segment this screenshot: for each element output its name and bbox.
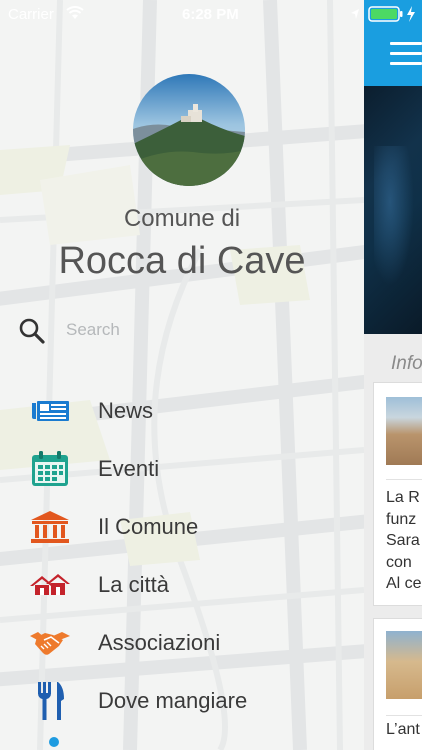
town-hall-icon [28, 508, 72, 546]
card-divider [386, 479, 422, 480]
menu-item-label: Associazioni [98, 630, 221, 655]
handshake-icon [28, 624, 72, 662]
menu-item-label: La città [98, 572, 169, 597]
clock: 6:28 PM [182, 6, 239, 23]
carrier-label: Carrier [8, 6, 54, 23]
menu-item-il-comune[interactable]: Il Comune [0, 498, 364, 556]
menu-item-associazioni[interactable]: Associazioni [0, 614, 364, 672]
hamburger-menu-icon[interactable] [390, 42, 422, 66]
town-photo-avatar [133, 74, 245, 186]
menu-item-label: News [98, 398, 154, 423]
menu-item-la-citta[interactable]: La città [0, 556, 364, 614]
charging-bolt-icon [407, 6, 415, 22]
battery-icon [368, 6, 403, 22]
section-title: Info [391, 353, 422, 374]
menu-item-label: Eventi [98, 456, 160, 481]
municipality-subtitle: Comune di [123, 205, 241, 232]
status-bar: Carrier 6:28 PM [0, 0, 422, 28]
location-arrow-icon [351, 9, 359, 19]
municipality-title: Rocca di Cave [58, 240, 306, 282]
menu-item-dove-mangiare[interactable]: Dove mangiare [0, 672, 364, 730]
news-card[interactable]: La R funz Sara con Al ce [373, 382, 422, 606]
menu-item-label: Il Comune [98, 514, 199, 539]
news-thumbnail [386, 397, 422, 465]
fork-knife-icon [28, 682, 72, 720]
hilltop-town-image [133, 74, 245, 186]
search-icon[interactable] [18, 317, 46, 345]
card-divider [386, 715, 422, 716]
search-bar[interactable] [18, 315, 348, 345]
calendar-icon [28, 450, 72, 488]
wifi-icon [66, 6, 84, 19]
menu-item-label: Dove mangiare [98, 688, 248, 713]
menu-item-eventi[interactable]: Eventi [0, 440, 364, 498]
search-input[interactable] [66, 315, 346, 345]
city-houses-icon [28, 566, 72, 604]
menu-item-news[interactable]: News [0, 382, 364, 440]
news-card-text: L’ant [386, 721, 420, 738]
news-thumbnail [386, 631, 422, 699]
side-drawer: Comune di Rocca di Cave News [0, 0, 364, 750]
news-card-text: La R funz Sara con Al ce [386, 489, 422, 592]
scroll-indicator-dot [49, 737, 59, 747]
main-menu: News Eventi Il Comune La città Associazi… [0, 382, 364, 730]
news-card[interactable]: L’ant [373, 618, 422, 750]
newspaper-icon [28, 392, 72, 430]
hero-image[interactable] [364, 86, 422, 334]
main-content-panel[interactable]: Info La R funz Sara con Al ce L’ant [364, 0, 422, 750]
